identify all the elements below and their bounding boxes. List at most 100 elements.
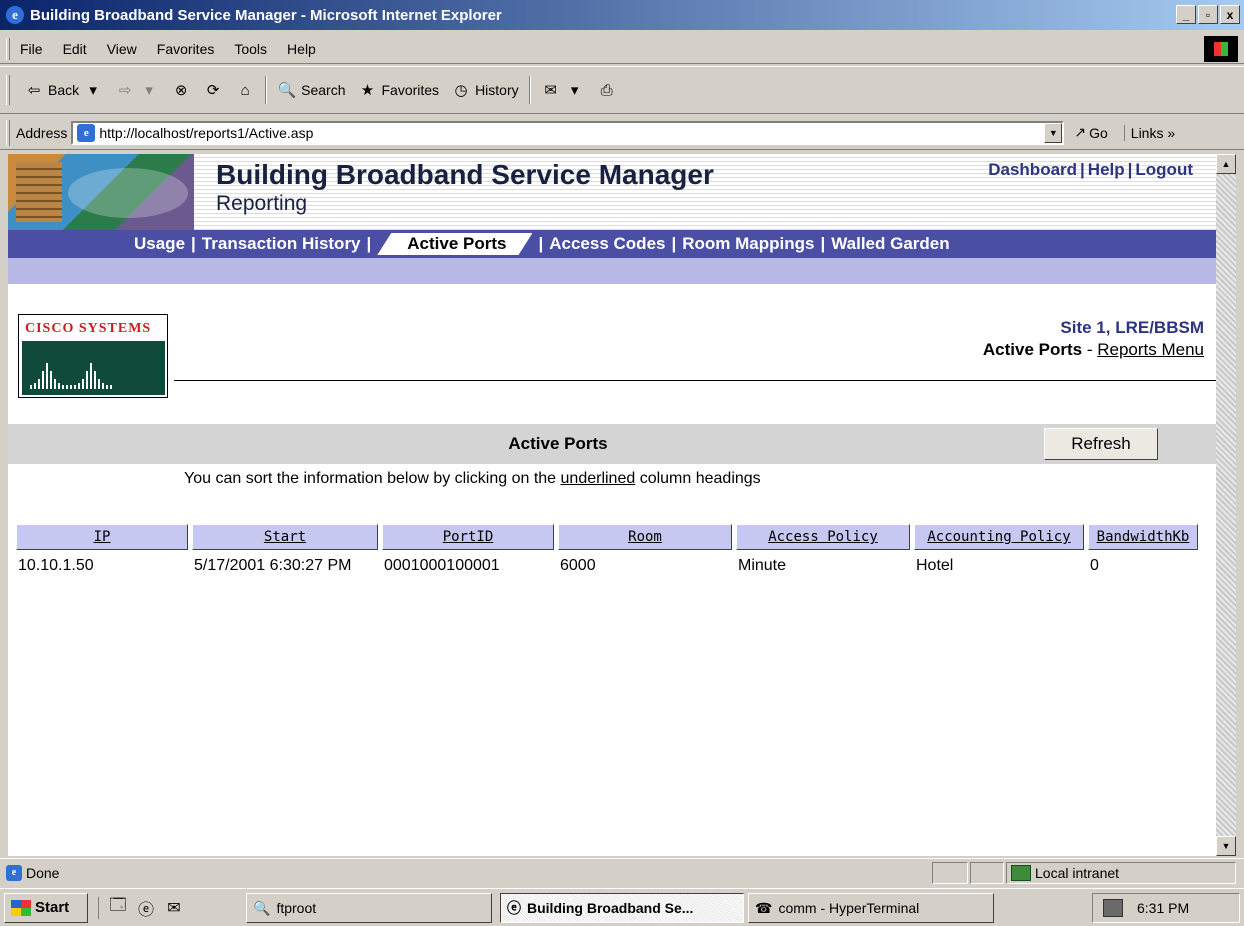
desktop-icon[interactable]: 🗔: [107, 897, 129, 919]
menu-favorites[interactable]: Favorites: [147, 41, 225, 57]
vertical-scrollbar[interactable]: ▲ ▼: [1216, 154, 1236, 856]
quick-launch: 🗔 ⓔ ✉: [98, 896, 185, 919]
intranet-zone-icon: [1011, 865, 1031, 881]
window-title: Building Broadband Service Manager - Mic…: [30, 6, 502, 24]
column-start[interactable]: Start: [192, 524, 378, 550]
sort-hint-underlined: underlined: [560, 470, 636, 487]
outlook-icon[interactable]: ✉: [163, 897, 185, 919]
cisco-bars-icon: [30, 359, 160, 389]
column-accounting-policy[interactable]: Accounting Policy: [914, 524, 1084, 550]
menu-tools[interactable]: Tools: [224, 41, 277, 57]
links-button[interactable]: Links »: [1123, 124, 1175, 141]
print-button[interactable]: ⎙: [591, 80, 623, 100]
cell-room: 6000: [560, 557, 596, 574]
toolbar-grip[interactable]: [6, 75, 10, 105]
column-bandwidth[interactable]: BandwidthKb: [1088, 524, 1198, 550]
menu-view[interactable]: View: [97, 41, 147, 57]
reports-menu-link[interactable]: Reports Menu: [1097, 340, 1204, 359]
zone-label: Local intranet: [1035, 865, 1120, 881]
clock: 6:31 PM: [1137, 900, 1190, 916]
address-url[interactable]: http://localhost/reports1/Active.asp: [99, 125, 1044, 141]
go-button[interactable]: ↗ Go: [1074, 124, 1107, 141]
column-room[interactable]: Room: [558, 524, 732, 550]
home-button[interactable]: ⌂: [229, 80, 261, 100]
status-text: e Done: [6, 864, 60, 881]
help-link[interactable]: Help: [1088, 160, 1125, 179]
mail-button[interactable]: ✉ ▾: [535, 80, 591, 100]
scroll-down-icon[interactable]: ▼: [1216, 836, 1236, 856]
refresh-icon: ⟳: [206, 82, 220, 99]
task-label: ftproot: [276, 900, 317, 916]
refresh-button[interactable]: Refresh: [1044, 428, 1158, 460]
history-label: History: [475, 82, 519, 98]
forward-button[interactable]: ⇨ ▾: [109, 80, 165, 100]
menu-help[interactable]: Help: [277, 41, 326, 57]
go-label: Go: [1089, 124, 1108, 141]
task-hyperterminal[interactable]: ☎ comm - HyperTerminal: [748, 893, 994, 923]
breadcrumb: Active Ports - Reports Menu: [983, 340, 1204, 360]
favorites-icon: ★: [360, 82, 375, 99]
stop-button[interactable]: ⊗: [165, 80, 197, 100]
dropdown-arrow-icon[interactable]: ▾: [83, 80, 103, 100]
back-button[interactable]: ⇦ Back ▾: [18, 80, 109, 100]
address-dropdown-icon[interactable]: ▼: [1044, 122, 1063, 143]
close-button[interactable]: x: [1220, 5, 1240, 24]
task-label: Building Broadband Se...: [527, 900, 694, 916]
history-icon: ◷: [454, 82, 468, 99]
dropdown-arrow-icon[interactable]: ▾: [139, 80, 159, 100]
search-button[interactable]: 🔍 Search: [271, 80, 351, 100]
task-ftproot[interactable]: 🔍 ftproot: [246, 893, 492, 923]
maximize-button[interactable]: ▫: [1198, 5, 1218, 24]
refresh-toolbar-button[interactable]: ⟳: [197, 80, 229, 100]
column-access-policy[interactable]: Access Policy: [736, 524, 910, 550]
cisco-logo: CISCO SYSTEMS: [18, 314, 168, 398]
menu-bar: File Edit View Favorites Tools Help: [0, 34, 1244, 64]
nav-room-mappings[interactable]: Room Mappings: [676, 234, 820, 254]
address-label: Address: [16, 124, 68, 141]
window-controls: _ ▫ x: [1176, 5, 1240, 24]
address-bar: Address e http://localhost/reports1/Acti…: [0, 116, 1244, 150]
toolbar-grip[interactable]: [6, 119, 10, 146]
app-subtitle: Reporting: [216, 192, 308, 215]
taskbar: Start 🗔 ⓔ ✉ 🔍 ftproot ⓔ Building Broadba…: [0, 888, 1244, 926]
task-ie[interactable]: ⓔ Building Broadband Se...: [500, 893, 744, 923]
column-ip[interactable]: IP: [16, 524, 188, 550]
cell-bandwidth: 0: [1090, 557, 1099, 574]
favorites-button[interactable]: ★ Favorites: [351, 80, 445, 100]
sort-hint: You can sort the information below by cl…: [184, 470, 761, 488]
hyperterminal-icon: ☎: [755, 899, 773, 916]
scroll-up-icon[interactable]: ▲: [1216, 154, 1236, 174]
folder-search-icon: 🔍: [253, 899, 271, 916]
sort-hint-text-end: column headings: [635, 470, 761, 487]
nav-access-codes[interactable]: Access Codes: [543, 234, 671, 254]
status-label: Done: [26, 864, 60, 881]
dashboard-link[interactable]: Dashboard: [988, 160, 1077, 179]
header-links: Dashboard | Help | Logout: [988, 160, 1193, 179]
minimize-button[interactable]: _: [1176, 5, 1196, 24]
nav-usage[interactable]: Usage: [128, 234, 191, 254]
table-header-row: IP Start PortID Room Access Policy Accou…: [16, 524, 1198, 550]
nav-active-ports[interactable]: Active Ports: [377, 233, 532, 255]
column-portid[interactable]: PortID: [382, 524, 554, 550]
cell-start: 5/17/2001 6:30:27 PM: [194, 557, 352, 574]
search-label: Search: [301, 82, 346, 98]
history-button[interactable]: ◷ History: [445, 80, 525, 100]
menu-file[interactable]: File: [10, 41, 53, 57]
mail-icon: ✉: [544, 82, 557, 99]
logout-link[interactable]: Logout: [1135, 160, 1193, 179]
address-input[interactable]: e http://localhost/reports1/Active.asp ▼: [71, 120, 1065, 145]
nav-transaction-history[interactable]: Transaction History: [196, 234, 367, 254]
menu-edit[interactable]: Edit: [53, 41, 97, 57]
ie-quicklaunch-icon[interactable]: ⓔ: [135, 897, 157, 919]
standard-toolbar: ⇦ Back ▾ ⇨ ▾ ⊗ ⟳ ⌂ 🔍 Search ★ Favorites …: [0, 66, 1244, 114]
cisco-logo-box: [22, 341, 165, 395]
home-icon: ⌂: [240, 81, 250, 99]
header-swoosh: [68, 168, 188, 218]
search-icon: 🔍: [277, 82, 297, 99]
table-row: 10.10.1.50 5/17/2001 6:30:27 PM 00010001…: [16, 554, 1198, 578]
start-label: Start: [35, 899, 70, 916]
nav-walled-garden[interactable]: Walled Garden: [825, 234, 955, 254]
dropdown-arrow-icon[interactable]: ▾: [565, 80, 585, 100]
start-button[interactable]: Start: [4, 892, 88, 923]
tray-speaker-icon[interactable]: [1103, 899, 1123, 917]
